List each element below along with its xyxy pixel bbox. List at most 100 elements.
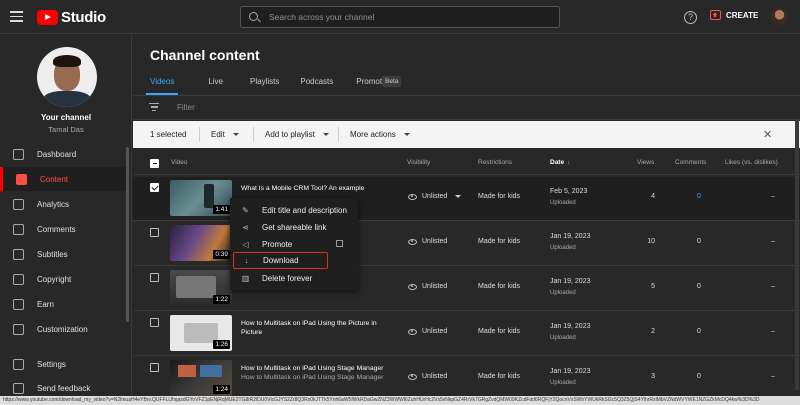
- sidebar-item-dashboard[interactable]: Dashboard: [0, 142, 128, 166]
- date-status: Uploaded: [550, 335, 576, 341]
- col-date[interactable]: Date: [550, 159, 564, 166]
- menu-item-download[interactable]: ↓ Download: [233, 252, 328, 269]
- views-value: 10: [647, 238, 655, 245]
- video-thumbnail[interactable]: 1:26: [170, 315, 232, 351]
- visibility-dropdown[interactable]: Unlisted: [408, 238, 447, 245]
- sidebar-item-comments[interactable]: Comments: [0, 217, 128, 241]
- chevron-down-icon: [322, 133, 329, 137]
- likes-value: –: [771, 193, 775, 200]
- tabs-divider: [133, 95, 800, 96]
- pencil-icon: ✎: [242, 206, 249, 215]
- video-thumbnail[interactable]: 1:24: [170, 360, 232, 396]
- sidebar-item-customization[interactable]: Customization: [0, 317, 128, 341]
- sidebar-item-content[interactable]: Content: [0, 167, 128, 191]
- col-likes[interactable]: Likes (vs. dislikes): [725, 159, 778, 166]
- row-checkbox[interactable]: [150, 183, 159, 192]
- table-row[interactable]: 1:26 How to Multitask on iPad Using the …: [133, 312, 800, 356]
- subtitles-icon: [13, 248, 24, 260]
- sidebar-item-earn[interactable]: Earn: [0, 292, 128, 316]
- dashboard-icon: [13, 148, 24, 160]
- views-value: 4: [651, 193, 655, 200]
- col-views[interactable]: Views: [637, 159, 654, 166]
- video-duration: 1:41: [213, 205, 230, 214]
- date-status: Uploaded: [550, 380, 576, 386]
- filter-icon[interactable]: [149, 103, 159, 111]
- visibility-dropdown[interactable]: Unlisted: [408, 373, 447, 380]
- search-box[interactable]: [240, 6, 560, 28]
- date-value: Feb 5, 2023: [550, 188, 588, 195]
- video-title[interactable]: How to Multitask on iPad Using the Pictu…: [241, 319, 391, 337]
- edit-label: Edit: [211, 130, 225, 139]
- analytics-icon: [13, 198, 24, 210]
- sidebar-item-settings[interactable]: Settings: [0, 352, 128, 376]
- more-actions-dropdown[interactable]: More actions: [350, 130, 410, 139]
- filter-input[interactable]: Filter: [177, 103, 195, 112]
- tab-podcasts[interactable]: Podcasts: [300, 77, 333, 95]
- video-thumbnail[interactable]: 1:22: [170, 270, 232, 306]
- close-icon[interactable]: ✕: [763, 128, 772, 141]
- menu-item-shareable-link[interactable]: ⋖ Get shareable link: [230, 219, 358, 236]
- video-title-text: How to Multitask on iPad Using Stage Man…: [241, 365, 384, 372]
- tab-videos[interactable]: Videos: [145, 77, 179, 95]
- likes-value: –: [771, 283, 775, 290]
- visibility-dropdown[interactable]: Unlisted: [408, 328, 447, 335]
- content-scrollbar[interactable]: [795, 120, 799, 390]
- tab-playlists[interactable]: Playlists: [250, 77, 279, 95]
- views-value: 2: [651, 328, 655, 335]
- gear-icon: [13, 358, 24, 370]
- account-avatar[interactable]: [771, 8, 788, 25]
- video-thumbnail[interactable]: 1:41: [170, 180, 232, 216]
- select-all-checkbox[interactable]: [150, 159, 159, 168]
- row-checkbox[interactable]: [150, 273, 159, 282]
- menu-item-delete-forever[interactable]: ▥ Delete forever: [230, 270, 358, 287]
- menu-item-promote[interactable]: ◁ Promote: [230, 236, 358, 253]
- col-restrictions[interactable]: Restrictions: [478, 159, 512, 166]
- search-input[interactable]: [269, 10, 549, 24]
- date-status: Uploaded: [550, 245, 576, 251]
- sidebar-item-analytics[interactable]: Analytics: [0, 192, 128, 216]
- eye-icon: [408, 283, 417, 290]
- views-value: 5: [651, 283, 655, 290]
- row-checkbox[interactable]: [150, 228, 159, 237]
- selection-divider: [338, 127, 339, 142]
- sidebar-item-subtitles[interactable]: Subtitles: [0, 242, 128, 266]
- visibility-dropdown[interactable]: Unlisted: [408, 283, 447, 290]
- comments-value[interactable]: 0: [693, 193, 705, 200]
- comments-value: 0: [697, 283, 701, 290]
- col-visibility[interactable]: Visibility: [407, 159, 430, 166]
- likes-value: –: [771, 328, 775, 335]
- beta-badge: Beta: [382, 76, 402, 87]
- views-value: 3: [651, 373, 655, 380]
- video-title[interactable]: What Is a Mobile CRM Tool? An example: [241, 184, 391, 193]
- video-title[interactable]: How to Multitask on iPad Using Stage Man…: [241, 364, 391, 382]
- menu-icon[interactable]: [10, 11, 23, 22]
- sidebar-item-copyright[interactable]: Copyright: [0, 267, 128, 291]
- channel-avatar[interactable]: [37, 47, 97, 107]
- col-comments[interactable]: Comments: [675, 159, 706, 166]
- row-checkbox[interactable]: [150, 318, 159, 327]
- help-icon[interactable]: ?: [684, 11, 697, 24]
- likes-value: –: [771, 238, 775, 245]
- comments-value: 0: [697, 238, 701, 245]
- row-checkbox[interactable]: [150, 363, 159, 372]
- edit-dropdown[interactable]: Edit: [211, 130, 239, 139]
- video-thumbnail[interactable]: 0:39: [170, 225, 232, 261]
- comments-value: 0: [697, 328, 701, 335]
- table-row[interactable]: 1:24 How to Multitask on iPad Using Stag…: [133, 357, 800, 401]
- chevron-down-icon: [403, 133, 410, 137]
- visibility-dropdown[interactable]: Unlisted: [408, 193, 462, 200]
- studio-logo[interactable]: Studio: [37, 9, 106, 26]
- more-actions-label: More actions: [350, 130, 396, 139]
- download-icon: ↓: [244, 256, 249, 265]
- status-bar-url: https://www.youtube.com/download_my_vide…: [0, 396, 800, 405]
- tab-live[interactable]: Live: [208, 77, 223, 95]
- sidebar-scrollbar[interactable]: [126, 147, 129, 322]
- create-video-icon: [710, 10, 721, 20]
- visibility-value: Unlisted: [422, 328, 448, 335]
- eye-icon: [408, 193, 417, 200]
- create-button[interactable]: CREATE: [710, 10, 758, 20]
- menu-item-edit-title[interactable]: ✎ Edit title and description: [230, 202, 358, 219]
- sort-arrow-icon[interactable]: ↓: [567, 159, 570, 166]
- add-to-playlist-label: Add to playlist: [265, 130, 315, 139]
- add-to-playlist-button[interactable]: Add to playlist: [265, 130, 329, 139]
